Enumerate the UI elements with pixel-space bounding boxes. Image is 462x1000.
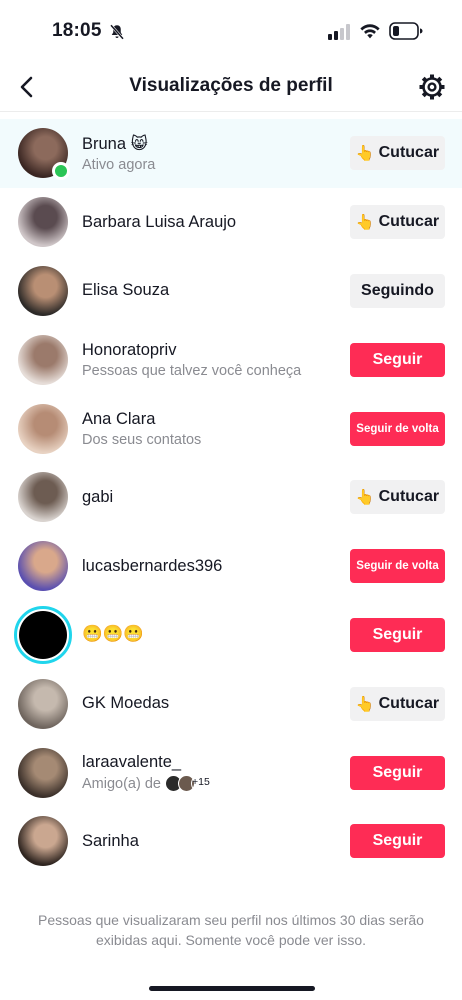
follow-button[interactable]: Seguir	[350, 342, 445, 377]
follow-back-button[interactable]: Seguir de volta	[350, 549, 445, 584]
user-subtitle: Pessoas que talvez você conheça	[82, 363, 342, 379]
user-info: gabi	[82, 488, 342, 507]
username[interactable]: Honoratopriv	[82, 341, 342, 360]
button-label: Cutucar	[378, 694, 440, 712]
viewer-list: Bruna 😸 Ativo agora 👆 Cutucar Barbara Luisa …	[0, 119, 462, 876]
username[interactable]: Barbara Luisa Araujo	[82, 213, 342, 232]
user-info: Barbara Luisa Araujo	[82, 213, 342, 232]
avatar[interactable]	[18, 403, 68, 454]
button-label: Seguir	[372, 625, 423, 643]
button-label: Seguir	[372, 350, 423, 368]
username[interactable]: Sarinha	[82, 832, 342, 851]
user-subtitle: Amigo(a) de +15	[82, 775, 342, 793]
wifi-icon	[360, 24, 380, 39]
list-item[interactable]: GK Moedas 👆 Cutucar	[0, 669, 462, 738]
list-item[interactable]: Sarinha Seguir	[0, 807, 462, 876]
follow-button[interactable]: Seguir	[350, 617, 445, 652]
button-label: Cutucar	[378, 144, 440, 162]
button-label: Seguindo	[361, 281, 434, 299]
username[interactable]: GK Moedas	[82, 694, 342, 713]
subtitle-text: Pessoas que talvez você conheça	[82, 362, 302, 379]
avatar[interactable]	[18, 816, 68, 867]
username[interactable]: 😬😬😬	[82, 625, 342, 644]
page-title: Visualizações de perfil	[129, 75, 333, 96]
user-info: Honoratopriv Pessoas que talvez você conh…	[82, 341, 342, 379]
avatar[interactable]	[18, 747, 68, 798]
user-info: GK Moedas	[82, 694, 342, 713]
poke-button[interactable]: 👆 Cutucar	[350, 480, 445, 515]
mutual-friends-avatars: +15	[164, 775, 210, 793]
username[interactable]: gabi	[82, 488, 342, 507]
nav-header: Visualizações de perfil	[0, 62, 462, 112]
list-item[interactable]: Ana Clara Dos seus contatos Seguir de volt…	[0, 394, 462, 463]
user-subtitle: Dos seus contatos	[82, 432, 342, 448]
footer-note: Pessoas que visualizaram seu perfil nos …	[38, 912, 424, 948]
battery-icon	[389, 22, 423, 40]
follow-back-button[interactable]: Seguir de volta	[350, 411, 445, 446]
status-time: 18:05	[52, 20, 102, 41]
button-label: Seguir de volta	[356, 560, 439, 573]
username[interactable]: Ana Clara	[82, 410, 342, 429]
home-indicator	[149, 986, 315, 991]
gear-icon[interactable]	[418, 73, 446, 101]
avatar[interactable]	[18, 265, 68, 316]
mutual-count: +15	[190, 775, 210, 793]
list-item[interactable]: 😬😬😬 Seguir	[0, 601, 462, 670]
list-item[interactable]: Elisa Souza Seguindo	[0, 257, 462, 326]
list-item[interactable]: lucasbernardes396 Seguir de volta	[0, 532, 462, 601]
cellular-signal-icon	[328, 24, 350, 40]
username[interactable]: Elisa Souza	[82, 281, 342, 300]
username[interactable]: lucasbernardes396	[82, 557, 342, 576]
list-item[interactable]: gabi 👆 Cutucar	[0, 463, 462, 532]
pointing-hand-icon: 👆	[355, 695, 375, 713]
poke-button[interactable]: 👆 Cutucar	[350, 136, 445, 171]
username[interactable]: laraavalente_	[82, 753, 342, 772]
bell-muted-icon	[110, 24, 124, 40]
button-label: Seguir de volta	[356, 422, 439, 435]
user-info: Ana Clara Dos seus contatos	[82, 410, 342, 448]
avatar[interactable]	[14, 605, 72, 664]
follow-button[interactable]: Seguir	[350, 824, 445, 859]
user-info: laraavalente_ Amigo(a) de +15	[82, 753, 342, 793]
subtitle-text: Amigo(a) de	[82, 775, 161, 792]
avatar[interactable]	[18, 472, 68, 523]
list-item[interactable]: Barbara Luisa Araujo 👆 Cutucar	[0, 188, 462, 257]
user-info: Sarinha	[82, 832, 342, 851]
list-item[interactable]: laraavalente_ Amigo(a) de +15 Seguir	[0, 738, 462, 807]
pointing-hand-icon: 👆	[355, 489, 375, 507]
user-info: 😬😬😬	[82, 625, 342, 644]
pointing-hand-icon: 👆	[355, 145, 375, 163]
button-label: Seguir	[372, 832, 423, 850]
user-info: Bruna 😸 Ativo agora	[82, 134, 342, 173]
poke-button[interactable]: 👆 Cutucar	[350, 686, 445, 721]
subtitle-text: Dos seus contatos	[82, 431, 202, 448]
avatar[interactable]	[18, 197, 68, 248]
user-info: lucasbernardes396	[82, 557, 342, 576]
button-label: Seguir	[372, 763, 423, 781]
user-info: Elisa Souza	[82, 281, 342, 300]
avatar[interactable]	[18, 541, 68, 592]
pointing-hand-icon: 👆	[355, 214, 375, 232]
username[interactable]: Bruna 😸	[82, 134, 342, 154]
subtitle-text: Ativo agora	[82, 156, 156, 173]
follow-button[interactable]: Seguir	[350, 755, 445, 790]
button-label: Cutucar	[378, 488, 440, 506]
list-item[interactable]: Honoratopriv Pessoas que talvez você conh…	[0, 325, 462, 394]
avatar[interactable]	[18, 334, 68, 385]
poke-button[interactable]: 👆 Cutucar	[350, 205, 445, 240]
user-subtitle: Ativo agora	[82, 157, 342, 173]
following-button[interactable]: Seguindo	[350, 273, 445, 308]
status-bar: 18:05	[0, 0, 462, 62]
list-item[interactable]: Bruna 😸 Ativo agora 👆 Cutucar	[0, 119, 462, 188]
online-status-dot	[52, 162, 70, 180]
button-label: Cutucar	[378, 213, 440, 231]
avatar[interactable]	[18, 678, 68, 729]
